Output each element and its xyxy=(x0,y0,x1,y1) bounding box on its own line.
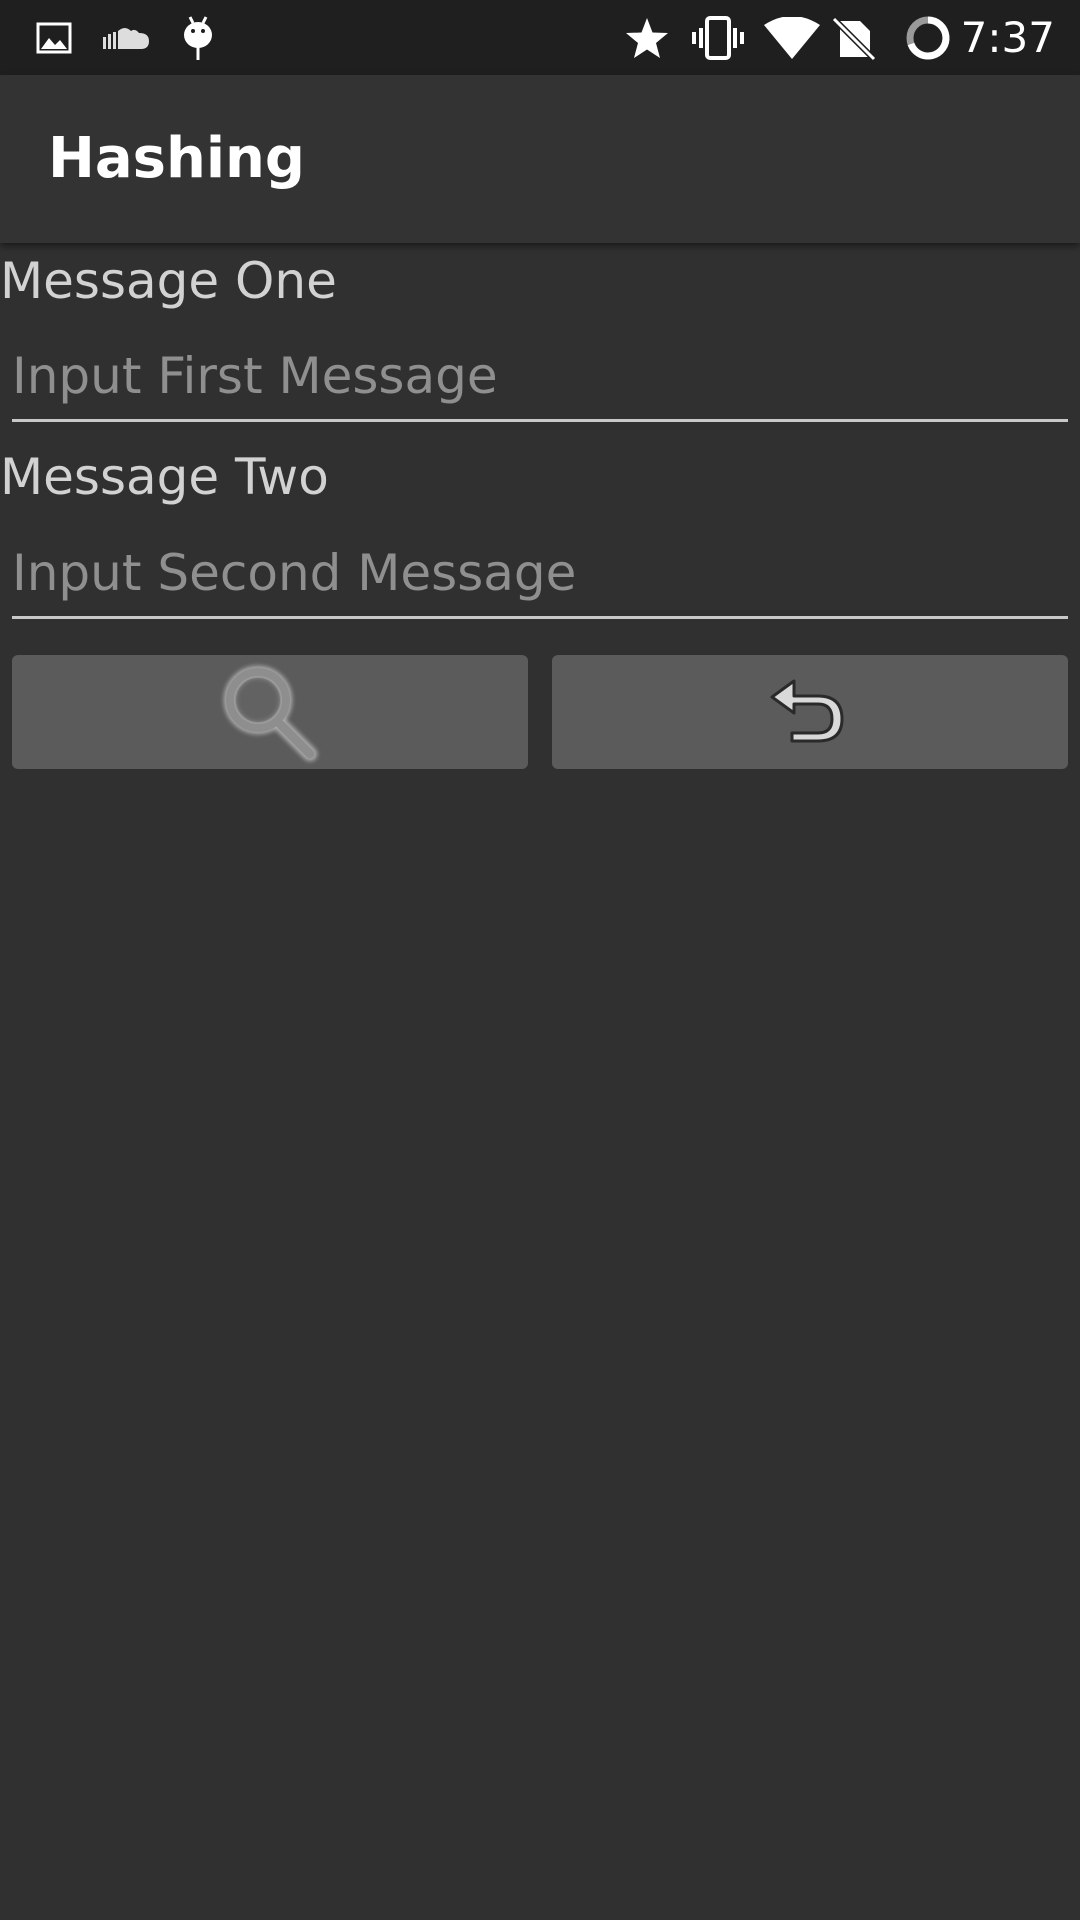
battery-ring-icon xyxy=(904,0,952,75)
android-debug-icon xyxy=(178,0,218,75)
no-sim-icon xyxy=(830,0,878,75)
status-bar: 7:37 xyxy=(0,0,1080,75)
app-title: Hashing xyxy=(48,126,306,191)
message-two-label: Message Two xyxy=(0,448,329,506)
message-one-input[interactable] xyxy=(12,332,1068,422)
message-one-label: Message One xyxy=(0,252,337,310)
message-two-input[interactable] xyxy=(12,529,1068,619)
undo-button[interactable] xyxy=(552,655,1068,769)
star-icon xyxy=(622,0,672,75)
cloud-icon xyxy=(100,0,152,75)
status-time: 7:37 xyxy=(960,13,1055,62)
image-icon xyxy=(34,0,74,75)
undo-icon xyxy=(770,677,850,748)
wifi-icon xyxy=(762,0,822,75)
search-icon xyxy=(210,656,330,769)
app-bar: Hashing xyxy=(0,75,1080,243)
vibrate-icon xyxy=(690,0,746,75)
hash-search-button[interactable] xyxy=(12,655,528,769)
